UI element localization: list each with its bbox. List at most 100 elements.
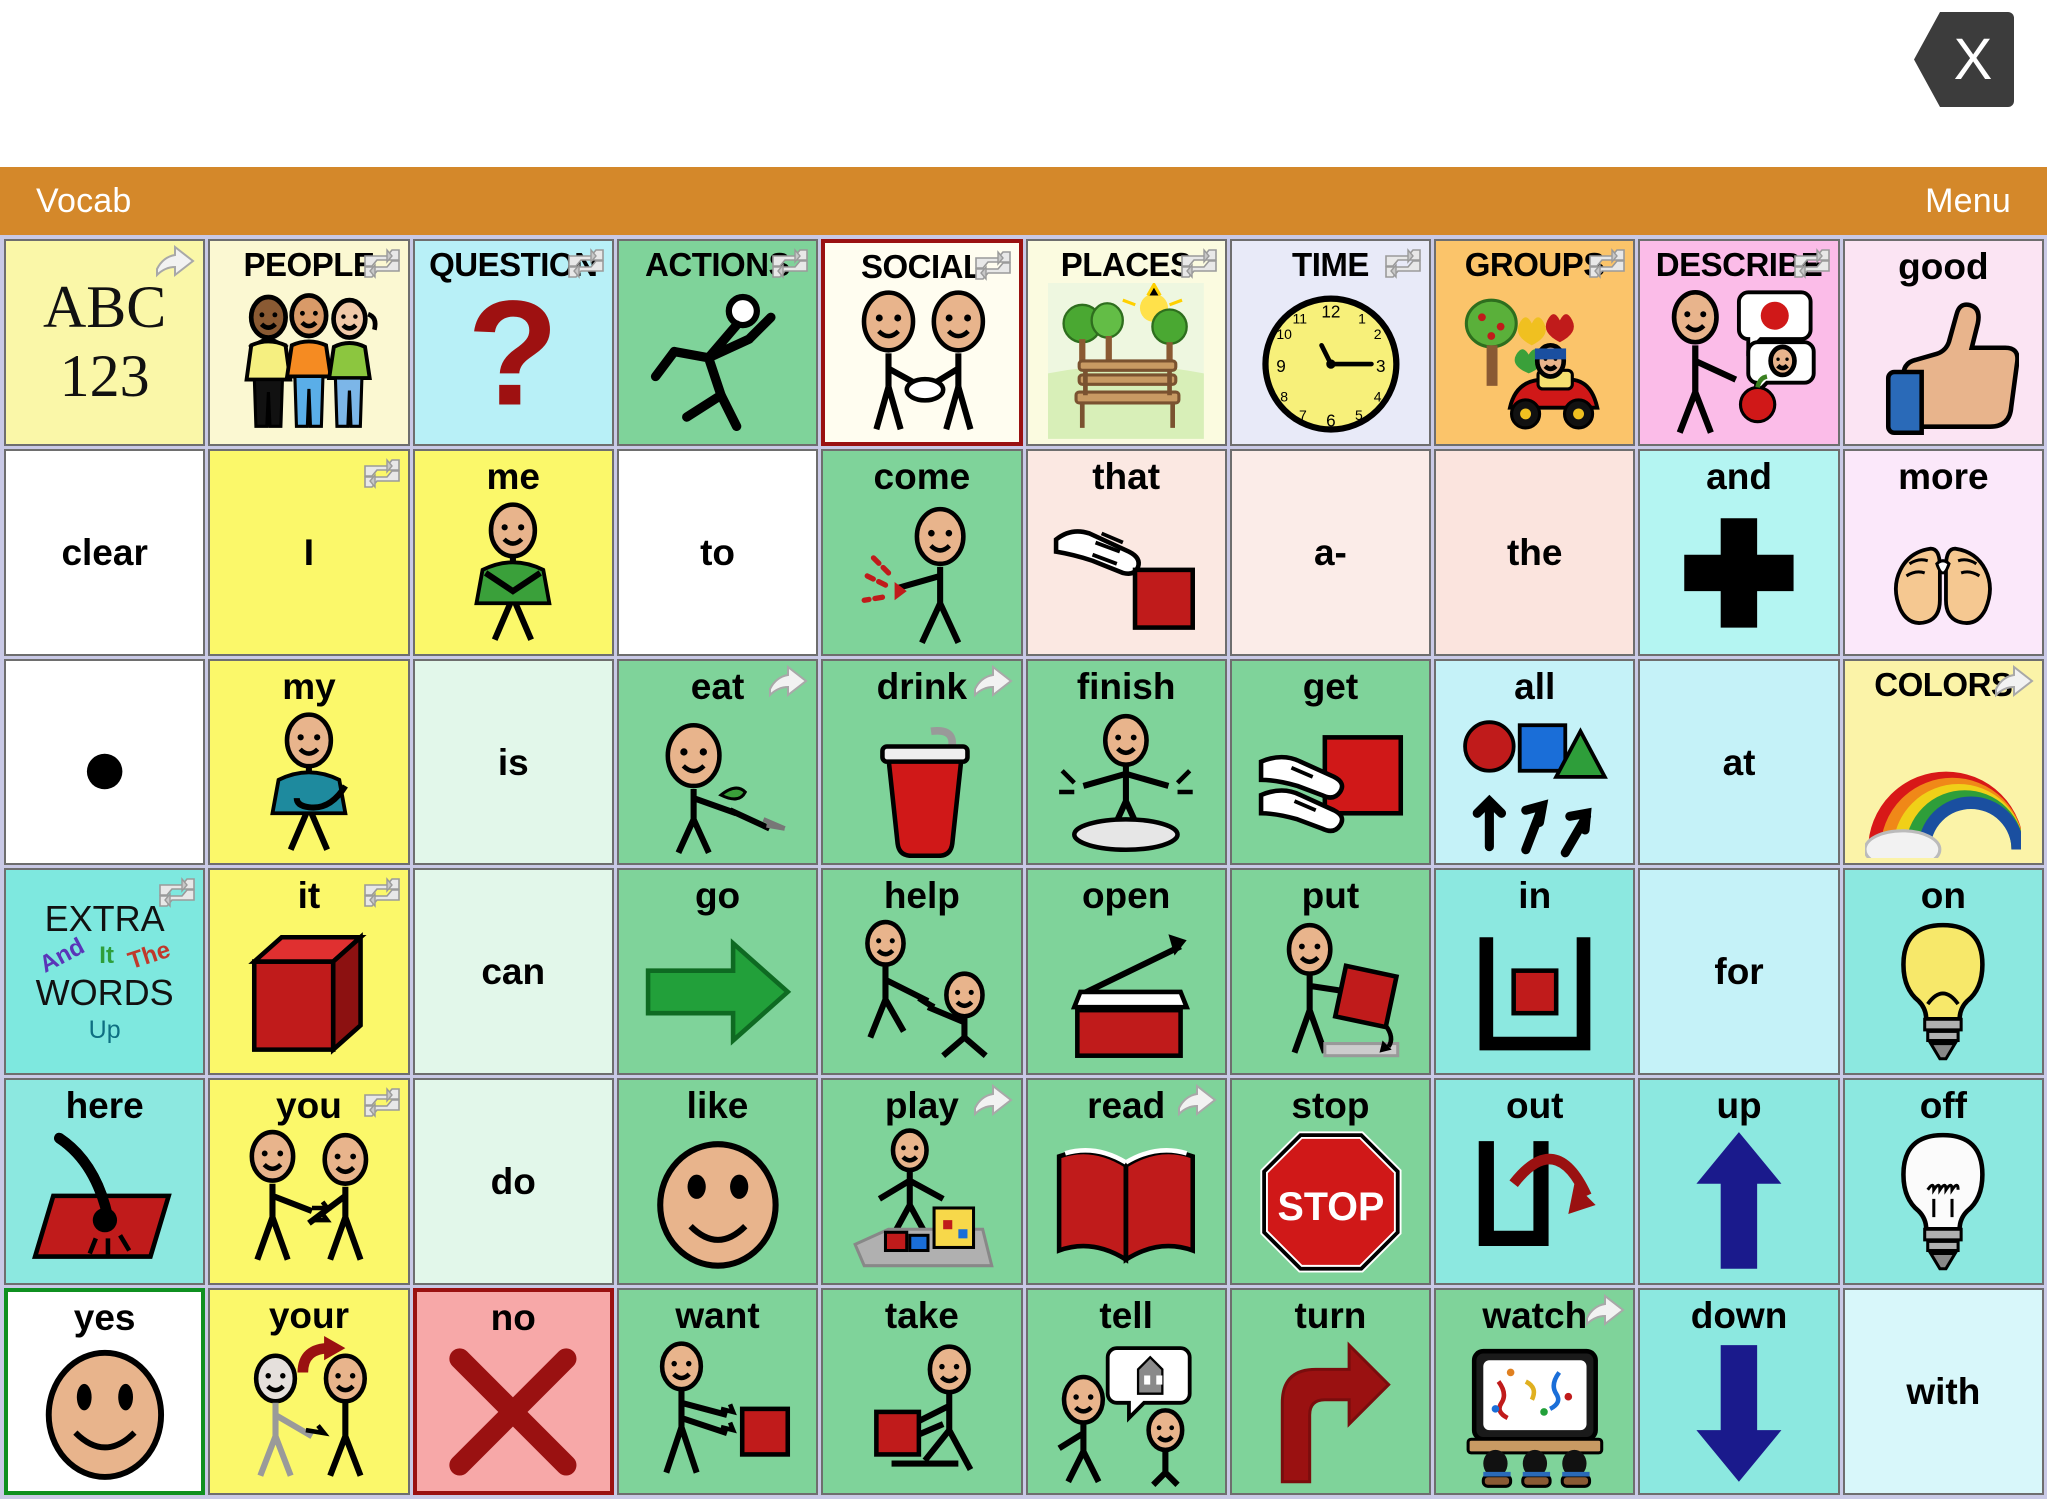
describe-person-icon	[1640, 281, 1837, 444]
green-arrow-right-icon	[619, 914, 816, 1073]
board-cell-finish[interactable]: finish	[1025, 658, 1227, 866]
board-cell-help[interactable]: help	[821, 868, 1023, 1076]
board-cell-your[interactable]: your	[208, 1288, 410, 1495]
question-mark-icon: ?	[415, 281, 612, 444]
board-cell-do[interactable]: do	[412, 1078, 614, 1286]
red-cube-icon	[210, 914, 407, 1073]
board-cell-colors[interactable]: COLORS	[1842, 658, 2044, 866]
smiley-face-icon	[8, 1336, 201, 1491]
board-cell-it[interactable]: it	[208, 868, 410, 1076]
board-cell-people[interactable]: PEOPLE	[208, 239, 410, 446]
board-cell-open[interactable]: open	[1025, 868, 1227, 1076]
board-cell-go[interactable]: go	[616, 868, 819, 1076]
board-cell-here[interactable]: here	[4, 1078, 206, 1286]
come-person-icon	[823, 495, 1020, 654]
eating-person-icon	[619, 705, 816, 864]
lightbulb-off-icon	[1845, 1124, 2042, 1283]
board-cell--[interactable]	[4, 658, 206, 866]
board-cell-the[interactable]: the	[1434, 448, 1636, 656]
board-cell-me[interactable]: me	[412, 448, 614, 656]
cell-label: no	[490, 1297, 536, 1339]
board-cell-come[interactable]: come	[821, 448, 1023, 656]
board-cell-you[interactable]: you	[208, 1078, 410, 1286]
two-people-handshake-icon	[825, 283, 1018, 442]
cell-label: PEOPLE	[243, 246, 375, 283]
my-person-icon	[210, 705, 407, 864]
board-cell-in[interactable]: in	[1434, 868, 1636, 1076]
board-cell-down[interactable]: down	[1638, 1288, 1840, 1495]
board-cell-get[interactable]: get	[1229, 658, 1432, 866]
board-cell-a-[interactable]: a-	[1229, 448, 1432, 656]
board-cell-can[interactable]: can	[412, 868, 614, 1076]
board-cell-places[interactable]: PLACES	[1025, 239, 1227, 446]
svg-text:3: 3	[1376, 356, 1386, 376]
board-cell-up[interactable]: up	[1638, 1078, 1840, 1286]
board-cell-turn[interactable]: turn	[1229, 1288, 1432, 1495]
board-cell-play[interactable]: play	[821, 1078, 1023, 1286]
board-cell-social[interactable]: SOCIAL	[821, 239, 1023, 446]
cell-label: finish	[1076, 665, 1176, 707]
linked-page-icon	[363, 877, 400, 909]
board-cell-groups[interactable]: GROUPS	[1434, 239, 1636, 446]
park-bench-icon	[1028, 281, 1225, 444]
board-cell-on[interactable]: on	[1842, 868, 2044, 1076]
board-cell-for[interactable]: for	[1638, 868, 1840, 1076]
cell-label: SOCIAL	[861, 248, 983, 285]
board-cell-that[interactable]: that	[1025, 448, 1227, 656]
board-cell-more[interactable]: more	[1842, 448, 2044, 656]
board-cell-want[interactable]: want	[616, 1288, 819, 1495]
cell-label: me	[486, 455, 540, 497]
board-cell-with[interactable]: with	[1842, 1288, 2044, 1495]
board-cell-question[interactable]: QUESTION?	[412, 239, 614, 446]
board-cell-and[interactable]: and	[1638, 448, 1840, 656]
board-cell-like[interactable]: like	[616, 1078, 819, 1286]
board-cell-good[interactable]: good	[1842, 239, 2044, 446]
board-cell-out[interactable]: out	[1434, 1078, 1636, 1286]
cell-label: on	[1920, 875, 1966, 917]
cell-label: eat	[690, 665, 745, 707]
svg-text:8: 8	[1280, 388, 1288, 404]
board-cell-describe[interactable]: DESCRIBE	[1638, 239, 1840, 446]
cell-label: down	[1690, 1295, 1788, 1337]
board-cell-tell[interactable]: tell	[1025, 1288, 1227, 1495]
menu-button[interactable]: Menu	[1925, 182, 2011, 221]
svg-text:12: 12	[1321, 301, 1340, 321]
title-bar: X	[0, 0, 2047, 167]
board-cell-put[interactable]: put	[1229, 868, 1432, 1076]
board-cell-at[interactable]: at	[1638, 658, 1840, 866]
board-cell-clear[interactable]: clear	[4, 448, 206, 656]
board-cell-read[interactable]: read	[1025, 1078, 1227, 1286]
cell-label: more	[1898, 455, 1989, 497]
navigate-arrow-icon	[971, 1084, 1015, 1124]
board-cell-all[interactable]: all	[1434, 658, 1636, 866]
svg-text:2: 2	[1373, 326, 1381, 342]
board-cell-i[interactable]: I	[208, 448, 410, 656]
board-cell-actions[interactable]: ACTIONS	[616, 239, 819, 446]
board-cell-time[interactable]: TIME 12 3 6 9 11 1 2 4 5 7 8 10	[1229, 239, 1432, 446]
vocab-label[interactable]: Vocab	[36, 182, 132, 221]
board-cell-stop[interactable]: stop STOP	[1229, 1078, 1432, 1286]
cell-label: read	[1087, 1085, 1166, 1127]
board-cell-abc[interactable]: ABC 123	[4, 239, 206, 446]
board-cell-watch[interactable]: watch	[1434, 1288, 1636, 1495]
rainbow-icon	[1845, 701, 2042, 864]
cell-label: you	[276, 1085, 342, 1127]
board-cell-yes[interactable]: yes	[4, 1288, 206, 1495]
board-cell-no[interactable]: no	[412, 1288, 614, 1495]
board-cell-my[interactable]: my	[208, 658, 410, 866]
close-hexagon-icon[interactable]: X	[1914, 12, 2014, 107]
board-cell-extra[interactable]: EXTRA And It The WORDS Up	[4, 868, 206, 1076]
cell-label: is	[497, 741, 529, 783]
navigate-arrow-icon	[973, 664, 1013, 698]
want-person-block-icon	[619, 1334, 816, 1493]
cell-label: DESCRIBE	[1655, 246, 1823, 283]
watch-tv-icon	[1436, 1334, 1633, 1493]
open-box-icon	[1028, 914, 1225, 1073]
board-cell-is[interactable]: is	[412, 658, 614, 866]
board-cell-take[interactable]: take	[821, 1288, 1023, 1495]
svg-text:10: 10	[1276, 326, 1292, 342]
board-cell-eat[interactable]: eat	[616, 658, 819, 866]
board-cell-off[interactable]: off	[1842, 1078, 2044, 1286]
board-cell-drink[interactable]: drink	[821, 658, 1023, 866]
board-cell-to[interactable]: to	[616, 448, 819, 656]
